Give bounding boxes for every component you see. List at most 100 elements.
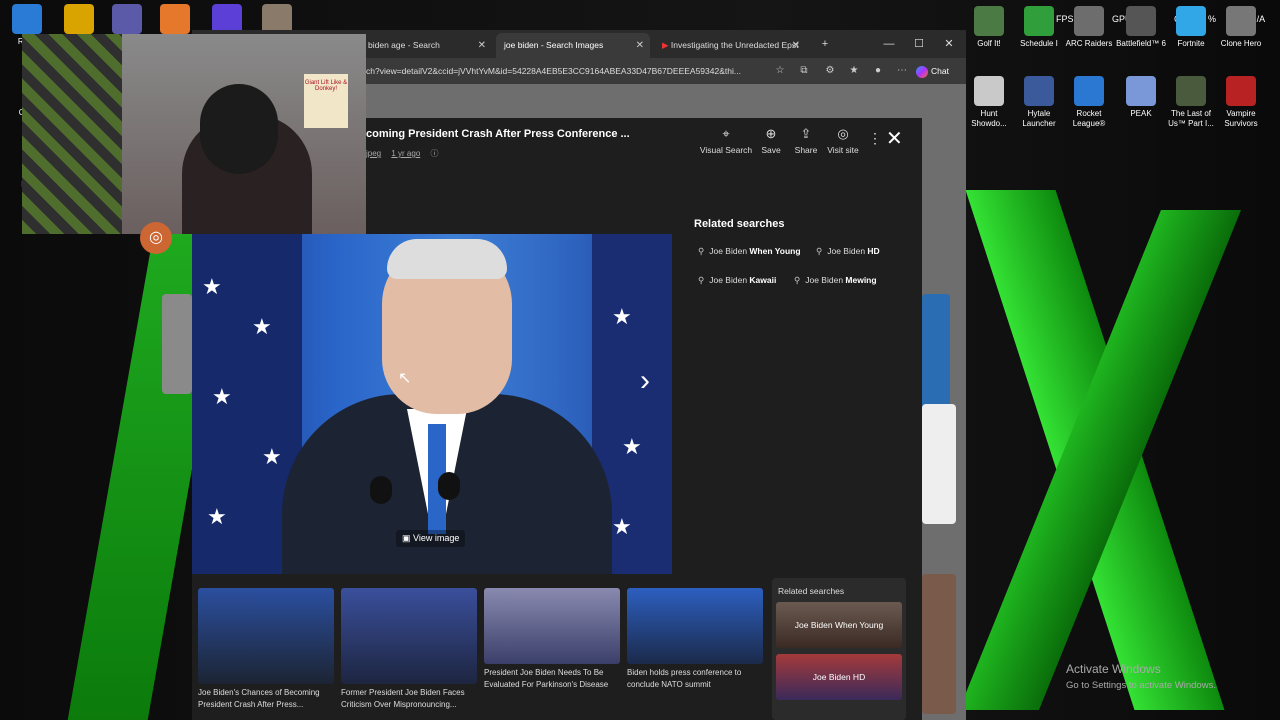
desktop-shortcut[interactable]: PEAK	[1114, 76, 1168, 119]
desktop-icon-image	[1074, 76, 1104, 106]
desktop-icon-label: Rocket League®	[1072, 109, 1106, 128]
extensions-icon[interactable]: ⧉	[796, 63, 812, 79]
globe-icon: ◎	[837, 126, 849, 141]
minimize-icon[interactable]: —	[876, 34, 902, 54]
desktop-icon-label: The Last of Us™ Part I...	[1168, 109, 1214, 128]
action-label: Visit site	[827, 145, 859, 155]
desktop-icon-image	[1176, 76, 1206, 106]
maximize-icon[interactable]: ☐	[906, 34, 932, 54]
related-searches-title: Related searches	[694, 218, 785, 230]
search-icon: ⚲	[816, 246, 823, 256]
tab-epstein[interactable]: ▶ Investigating the Unredacted Epst ✕	[654, 33, 806, 58]
youtube-icon: ▶	[662, 40, 671, 50]
image-type[interactable]: jpeg	[366, 149, 381, 158]
chip-bold: Mewing	[845, 275, 877, 285]
app-icon[interactable]	[100, 4, 154, 37]
chip-prefix: Joe Biden	[805, 275, 846, 285]
wallpaper-x-shape-right	[958, 190, 1260, 710]
desktop-icon-image	[64, 4, 94, 34]
url-field[interactable]: ch?view=detailV2&ccid=jVVhtYvM&id=54228A…	[366, 61, 766, 81]
desktop-icon-image	[1126, 6, 1156, 36]
search-icon: ⚲	[698, 275, 705, 285]
desktop-shortcut[interactable]: Hunt Showdo...	[962, 76, 1016, 129]
desktop-icon-label: Schedule I	[1020, 39, 1058, 48]
desktop-icon-image	[1074, 6, 1104, 36]
webcam-background	[22, 34, 122, 234]
chip-bold: Kawaii	[749, 275, 777, 285]
desktop-shortcut[interactable]: Rocket League®	[1062, 76, 1116, 129]
star-shape: ★	[612, 514, 632, 539]
info-icon[interactable]: ⓘ	[431, 149, 439, 158]
thumbnail-image	[341, 588, 477, 684]
new-tab-button[interactable]: +	[812, 34, 838, 54]
webcam-poster: Giant Lift Like & Donkey!	[304, 74, 348, 128]
chip-prefix: Joe Biden	[827, 246, 868, 256]
favorites-icon[interactable]: ★	[846, 63, 862, 79]
desktop-icon-image	[974, 76, 1004, 106]
desktop-icon-image	[1024, 76, 1054, 106]
close-tab-icon[interactable]: ✕	[636, 33, 644, 58]
search-icon: ⚲	[794, 275, 801, 285]
image-age[interactable]: 1 yr ago	[391, 149, 420, 158]
next-image-arrow-icon[interactable]: ›	[640, 364, 650, 398]
tab-label: Investigating the Unredacted Epst	[670, 40, 799, 50]
chat-label: Chat	[931, 66, 949, 76]
menu-dots-icon[interactable]: ⋯	[894, 63, 910, 79]
image-icon: ▣	[402, 533, 414, 543]
related-image-thumbnail[interactable]: Biden holds press conference to conclude…	[627, 588, 763, 691]
desktop-shortcut[interactable]: The Last of Us™ Part I...	[1164, 76, 1218, 129]
tab-joe-biden-images[interactable]: joe biden - Search Images ✕	[496, 33, 650, 58]
profile-icon[interactable]: ●	[870, 63, 886, 79]
desktop-shortcut[interactable]: Fortnite	[1164, 6, 1218, 49]
related-search-card[interactable]: Joe Biden HD	[776, 654, 902, 700]
related-search-chip[interactable]: ⚲ Joe Biden When Young	[698, 246, 801, 257]
rockstar-icon[interactable]	[52, 4, 106, 37]
image-meta: jpeg 1 yr ago ⓘ	[366, 148, 447, 159]
favorite-star-icon[interactable]: ☆	[772, 63, 788, 79]
desktop-shortcut[interactable]: Clone Hero	[1214, 6, 1268, 49]
search-icon: ⚲	[698, 246, 705, 256]
chat-button[interactable]: Chat	[916, 62, 949, 80]
star-shape: ★	[612, 304, 632, 329]
related-image-thumbnail[interactable]: Former President Joe Biden Faces Critici…	[341, 588, 477, 711]
close-tab-icon[interactable]: ✕	[478, 33, 486, 58]
desktop-shortcut[interactable]: ARC Raiders	[1062, 6, 1116, 49]
close-detail-icon[interactable]: ✕	[886, 128, 903, 150]
activate-windows-subtitle: Go to Settings to activate Windows.	[1066, 680, 1216, 691]
desktop-icon-image	[160, 4, 190, 34]
thumbnail-image	[484, 588, 620, 664]
visual-search-icon: ⌖	[722, 126, 730, 141]
main-image[interactable]: ★ ★ ★ ★ ★ ★ ★ ★ › ▣ View image	[192, 234, 672, 574]
visit-site-button[interactable]: ◎ Visit site	[815, 126, 871, 155]
related-search-card[interactable]: Joe Biden When Young	[776, 602, 902, 648]
thumbnail-caption: Joe Biden's Chances of Becoming Presiden…	[198, 688, 320, 709]
related-image-thumbnail[interactable]: Joe Biden's Chances of Becoming Presiden…	[198, 588, 334, 711]
share-icon: ⇪	[800, 126, 812, 141]
performance-icon[interactable]: ⚙	[822, 63, 838, 79]
thumbnail-caption: President Joe Biden Needs To Be Evaluate…	[484, 668, 609, 689]
image-title[interactable]: coming President Crash After Press Confe…	[366, 128, 630, 140]
close-tab-icon[interactable]: ✕	[792, 33, 800, 58]
save-icon: ⊕	[765, 126, 777, 141]
view-image-button[interactable]: ▣ View image	[396, 530, 466, 547]
desktop-shortcut[interactable]: Golf It!	[962, 6, 1016, 49]
desktop-shortcut[interactable]: Schedule I	[1012, 6, 1066, 49]
related-search-chip[interactable]: ⚲ Joe Biden Kawaii	[698, 275, 776, 286]
star-shape: ★	[202, 274, 222, 299]
desktop-shortcut[interactable]: Battlefield™ 6	[1114, 6, 1168, 49]
more-options-icon[interactable]: ⋮	[868, 130, 882, 147]
desktop-shortcut[interactable]: Vampire Survivors	[1214, 76, 1268, 129]
related-search-chip[interactable]: ⚲ Joe Biden Mewing	[794, 275, 877, 286]
desktop-shortcut[interactable]: Hytale Launcher	[1012, 76, 1066, 129]
related-search-chip[interactable]: ⚲ Joe Biden HD	[816, 246, 880, 257]
copilot-icon	[916, 65, 928, 78]
close-window-icon[interactable]: ✕	[936, 34, 962, 54]
star-shape: ★	[622, 434, 642, 459]
desktop-icon-image	[112, 4, 142, 34]
related-image-thumbnail[interactable]: President Joe Biden Needs To Be Evaluate…	[484, 588, 620, 691]
recording-icon: ◎	[140, 222, 172, 254]
tab-label: joe biden - Search Images	[504, 40, 604, 50]
desktop-icon-label: Hytale Launcher	[1022, 109, 1056, 128]
star-shape: ★	[262, 444, 282, 469]
tab-biden-age[interactable]: biden age - Search ✕	[360, 33, 492, 58]
